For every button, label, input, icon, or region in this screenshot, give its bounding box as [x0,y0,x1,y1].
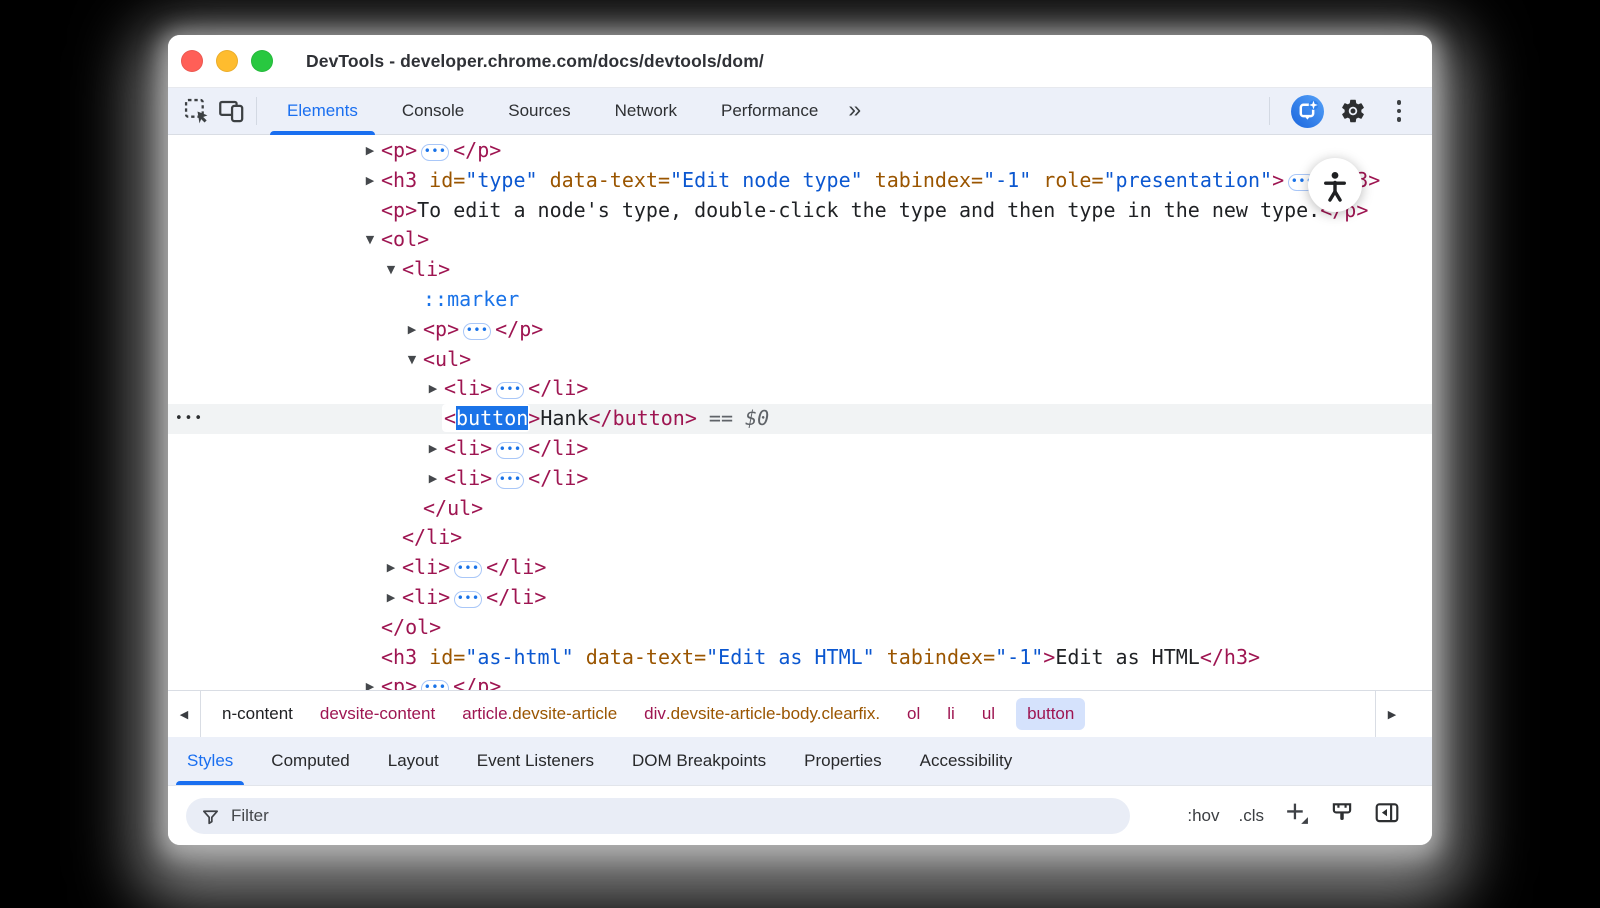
expand-arrow-icon[interactable]: ▶ [425,464,441,494]
device-toolbar-icon[interactable] [214,94,248,128]
inline-options-icon[interactable]: ••• [421,680,449,690]
dom-tree-row[interactable]: ▼<ol> [168,225,1432,255]
toolbar-divider [256,97,257,125]
more-tabs-icon[interactable]: » [840,96,869,123]
tab-properties[interactable]: Properties [785,737,900,785]
expand-arrow-icon[interactable]: ▶ [383,553,399,583]
dom-tree-row[interactable]: </ul> [168,494,1432,524]
tab-layout[interactable]: Layout [369,737,458,785]
dom-tree-row[interactable]: •••<button>Hank</button> == $0 [168,404,1432,434]
tab-styles[interactable]: Styles [168,737,252,785]
inline-options-icon[interactable]: ••• [496,382,524,399]
dom-tree-rows: ▶<p>•••</p>▶<h3 id="type" data-text="Edi… [168,136,1432,690]
dom-tree-row[interactable]: ▶<li>•••</li> [168,583,1432,613]
breadcrumb-scroll-right-icon[interactable]: ▶ [1375,691,1408,737]
toolbar-right-group [1261,94,1432,128]
tab-computed[interactable]: Computed [252,737,368,785]
dom-tree-row[interactable]: </li> [168,523,1432,553]
ai-assistant-icon[interactable] [1290,94,1324,128]
expand-arrow-icon[interactable]: ▶ [362,166,378,196]
filter-field[interactable] [186,798,1130,834]
collapse-arrow-icon[interactable]: ▼ [383,255,399,285]
tab-sources[interactable]: Sources [486,88,592,135]
tab-event-listeners[interactable]: Event Listeners [458,737,613,785]
breadcrumb: n-content devsite-content article.devsite-… [212,691,1374,737]
dom-tree-row[interactable]: ▶<li>•••</li> [168,553,1432,583]
tab-console[interactable]: Console [380,88,486,135]
toggle-class-button[interactable]: .cls [1239,806,1265,826]
dom-tree-row[interactable]: ▶<h3 id="type" data-text="Edit node type… [168,166,1432,196]
dom-tree-row[interactable]: </ol> [168,613,1432,643]
inline-options-icon[interactable]: ••• [454,591,482,608]
styles-controls: :hov .cls [1187,786,1400,845]
sidebar-tabs: StylesComputedLayoutEvent ListenersDOM B… [168,737,1432,786]
inline-options-icon[interactable]: ••• [454,561,482,578]
breadcrumb-item[interactable]: n-content [216,698,299,730]
inline-options-icon[interactable]: ••• [496,472,524,489]
screenshot-canvas: DevTools - developer.chrome.com/docs/dev… [0,0,1600,908]
window-controls [181,50,273,72]
tab-network[interactable]: Network [593,88,699,135]
dom-tree-row[interactable]: ▼<ul> [168,345,1432,375]
dom-tree-row[interactable]: ▶<p>•••</p> [168,315,1432,345]
toolbar-divider-right [1269,97,1270,125]
collapse-arrow-icon[interactable]: ▼ [362,225,378,255]
dom-tree-row[interactable]: ▶<p>•••</p> [168,136,1432,166]
panel-tabs: ElementsConsoleSourcesNetworkPerformance [265,88,840,135]
new-style-rule-icon[interactable] [1283,800,1310,832]
breadcrumb-item[interactable]: li [941,698,961,730]
window-title: DevTools - developer.chrome.com/docs/dev… [306,51,764,72]
expand-arrow-icon[interactable]: ▶ [362,672,378,690]
collapse-arrow-icon[interactable]: ▼ [404,345,420,375]
tab-accessibility[interactable]: Accessibility [901,737,1032,785]
breadcrumb-item[interactable]: devsite-content [314,698,441,730]
expand-arrow-icon[interactable]: ▶ [425,374,441,404]
dom-tree-row[interactable]: <p>To edit a node's type, double-click t… [168,196,1432,226]
selected-text: button [456,406,528,430]
expand-arrow-icon[interactable]: ▶ [425,434,441,464]
inline-options-icon[interactable]: ••• [463,323,491,340]
tab-elements[interactable]: Elements [265,88,380,135]
dom-tree-row[interactable]: ▶<li>•••</li> [168,374,1432,404]
tab-performance[interactable]: Performance [699,88,840,135]
expand-arrow-icon[interactable]: ▶ [404,315,420,345]
titlebar: DevTools - developer.chrome.com/docs/dev… [168,35,1432,88]
breadcrumb-scroll-left-icon[interactable]: ◀ [168,691,201,737]
settings-gear-icon[interactable] [1336,94,1370,128]
tab-dom-breakpoints[interactable]: DOM Breakpoints [613,737,785,785]
kebab-menu-icon[interactable] [1382,100,1416,122]
dom-tree-row[interactable]: ▶<li>•••</li> [168,434,1432,464]
dock-side-icon[interactable] [1374,800,1400,831]
row-overflow-dots-icon[interactable]: ••• [175,404,204,434]
devtools-toolbar: ElementsConsoleSourcesNetworkPerformance… [168,88,1432,135]
minimize-button[interactable] [216,50,238,72]
styles-filter-input[interactable] [231,806,1031,826]
dom-tree-row[interactable]: ▶<li>•••</li> [168,464,1432,494]
devtools-window: DevTools - developer.chrome.com/docs/dev… [168,35,1432,845]
accessibility-overlay-icon[interactable] [1308,158,1362,212]
dom-tree-panel: ▶<p>•••</p>▶<h3 id="type" data-text="Edi… [168,135,1432,690]
filter-funnel-icon [201,807,220,826]
close-button[interactable] [181,50,203,72]
dom-tree-row[interactable]: ▼<li> [168,255,1432,285]
breadcrumb-item[interactable]: button [1016,698,1085,730]
inline-options-icon[interactable]: ••• [421,144,449,161]
breadcrumb-item[interactable]: ul [976,698,1001,730]
breadcrumb-bar: ◀ n-content devsite-content article.devsit… [168,690,1432,737]
inspect-element-icon[interactable] [180,94,214,128]
breadcrumb-item[interactable]: ol [901,698,926,730]
dom-tree-row[interactable]: ::marker [168,285,1432,315]
zoom-button[interactable] [251,50,273,72]
dom-tree-row[interactable]: <h3 id="as-html" data-text="Edit as HTML… [168,643,1432,673]
rendering-brush-icon[interactable] [1329,800,1355,831]
inline-options-icon[interactable]: ••• [496,442,524,459]
expand-arrow-icon[interactable]: ▶ [362,136,378,166]
toggle-hover-state-button[interactable]: :hov [1187,806,1219,826]
expand-arrow-icon[interactable]: ▶ [383,583,399,613]
styles-filter-bar: :hov .cls [168,786,1432,845]
breadcrumb-item[interactable]: div.devsite-article-body.clearfix. [638,698,886,730]
breadcrumb-item[interactable]: article.devsite-article [456,698,623,730]
inline-edit-box[interactable]: <button [444,406,528,430]
dom-tree-row[interactable]: ▶<p>•••</p> [168,672,1432,690]
